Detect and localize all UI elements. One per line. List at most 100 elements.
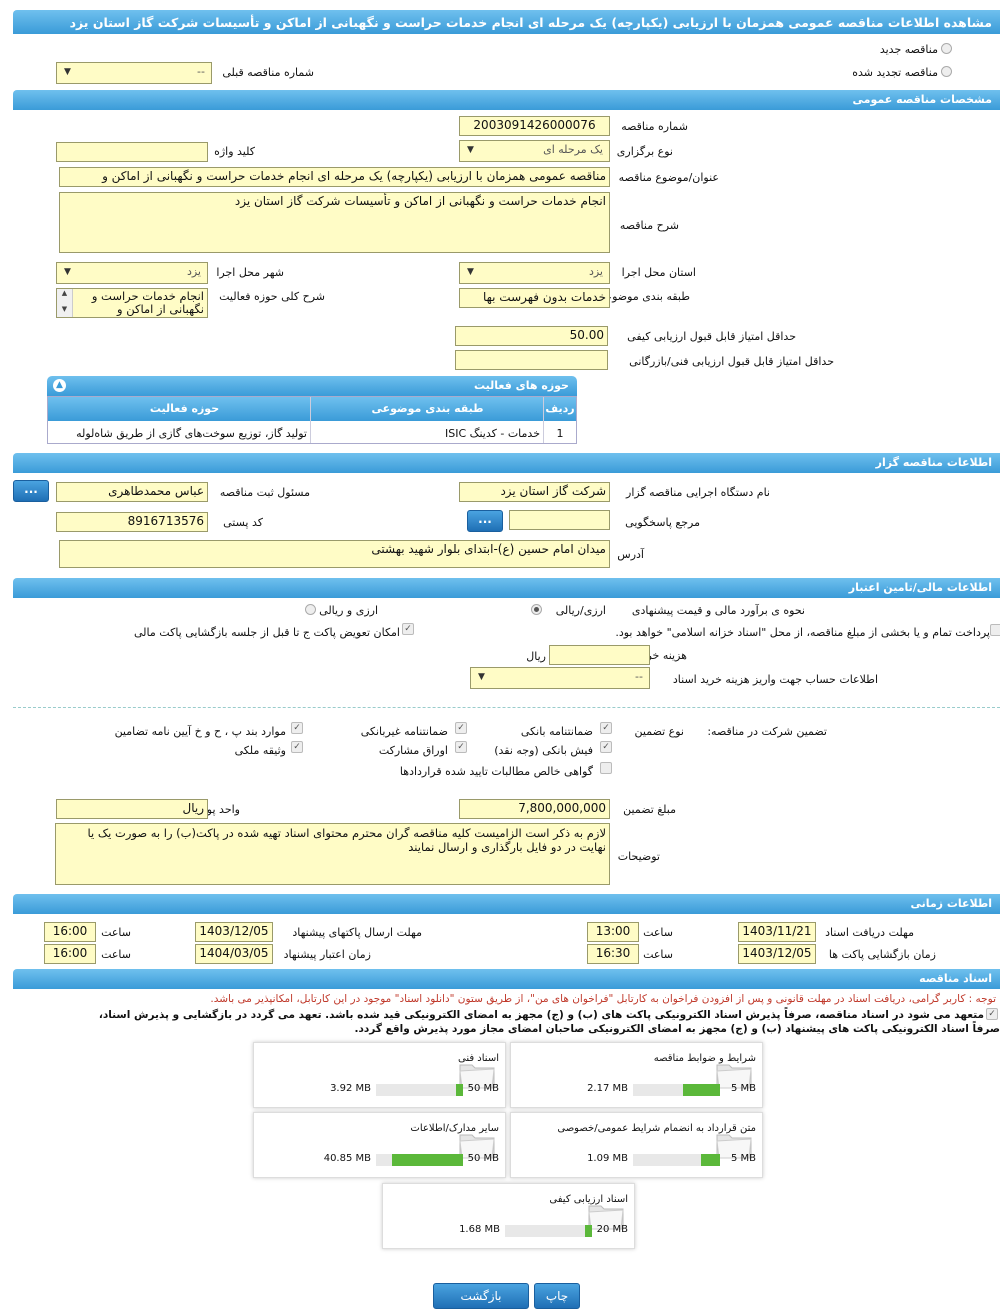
doc-file-card[interactable]: متن قرارداد به انضمام شرایط عمومی/خصوصی 5…: [510, 1112, 763, 1178]
back-button[interactable]: بازگشت: [433, 1283, 529, 1309]
guarantee-option-label: ضمانتنامه غیربانکی: [360, 725, 448, 738]
org-field[interactable]: شرکت گاز استان یزد: [459, 482, 610, 502]
notes-field[interactable]: لازم به ذکر است الزامیست کلیه مناقصه گرا…: [55, 823, 610, 885]
province-label: استان محل اجرا: [621, 266, 696, 279]
renewed-tender-label: مناقصه تجدید شده: [852, 66, 938, 79]
min-quality-field[interactable]: 50.00: [455, 326, 608, 346]
account-select[interactable]: ▼ --: [470, 667, 650, 689]
type-select[interactable]: ▼ یک مرحله ای: [459, 140, 610, 162]
min-tech-label: حداقل امتیاز قابل قبول ارزیابی فنی/بازرگ…: [629, 355, 834, 368]
guarantee-option-checkbox[interactable]: ✓: [600, 741, 612, 753]
keyword-field[interactable]: [56, 142, 208, 162]
recv-time-field[interactable]: 13:00: [587, 922, 639, 942]
org-label: نام دستگاه اجرایی مناقصه گزار: [626, 486, 770, 499]
table-cell: 1: [556, 427, 564, 440]
doc-file-progress: [505, 1225, 592, 1237]
estimate-rial-label: ارزی/ریالی: [555, 604, 606, 617]
open-label: زمان بازگشایی پاکت ها: [828, 948, 936, 961]
send-date-field[interactable]: 1403/12/05: [195, 922, 273, 942]
recv-label: مهلت دریافت اسناد: [825, 926, 914, 939]
new-tender-radio[interactable]: [941, 43, 952, 54]
treasury-text: پرداخت تمام و یا بخشی از مبلغ مناقصه، از…: [615, 626, 990, 639]
reference-lookup-button[interactable]: ...: [467, 510, 503, 532]
doc-file-progress: [633, 1084, 720, 1096]
general-section-header: مشخصات مناقصه عمومی: [13, 90, 1000, 110]
guarantee-label: تضمین شرکت در مناقصه:: [707, 725, 827, 738]
estimate-fx-radio[interactable]: [305, 604, 316, 615]
time-label: ساعت: [643, 948, 673, 961]
notes-label: توضیحات: [617, 850, 660, 863]
col-header-category: طبقه بندی موضوعی: [371, 402, 484, 415]
postal-label: کد پستی: [223, 516, 263, 529]
divider: [13, 707, 1000, 708]
doc-cost-unit: ریال: [526, 650, 546, 663]
guarantee-option-label: موارد بند پ ، ح و خ آیین نامه تضامین: [114, 725, 286, 738]
guarantee-option-checkbox[interactable]: ✓: [600, 722, 612, 734]
print-button[interactable]: چاپ: [534, 1283, 580, 1309]
doc-file-card[interactable]: شرایط و ضوابط مناقصه 5 MB 2.17 MB: [510, 1042, 763, 1108]
treasury-checkbox[interactable]: [990, 624, 1000, 636]
registrar-label: مسئول ثبت مناقصه: [219, 486, 310, 499]
send-label: مهلت ارسال پاکتهای پیشنهاد: [292, 926, 422, 939]
chevron-down-icon: ▼: [64, 67, 71, 77]
province-select[interactable]: ▼ یزد: [459, 262, 610, 284]
estimate-rial-radio[interactable]: [531, 604, 542, 615]
guarantee-option-checkbox[interactable]: ✓: [291, 741, 303, 753]
registrar-field[interactable]: عباس محمدطاهری: [56, 482, 208, 502]
address-field[interactable]: میدان امام حسین (ع)-ابتدای بلوار شهید به…: [59, 540, 610, 568]
send-time-field[interactable]: 16:00: [44, 922, 96, 942]
doc-file-title: اسناد فنی: [458, 1053, 499, 1064]
subject-field[interactable]: مناقصه عمومی همزمان با ارزیابی (یکپارچه)…: [59, 167, 610, 187]
category-field[interactable]: خدمات بدون فهرست بها: [459, 288, 610, 308]
amount-field[interactable]: 7,800,000,000: [459, 799, 610, 819]
currency-field[interactable]: ریال: [56, 799, 208, 819]
valid-time-field[interactable]: 16:00: [44, 944, 96, 964]
open-time-field[interactable]: 16:30: [587, 944, 639, 964]
prev-number-select[interactable]: ▼ --: [56, 62, 212, 84]
doc-file-max: 50 MB: [467, 1083, 499, 1094]
doc-file-title: شرایط و ضوابط مناقصه: [653, 1053, 756, 1064]
doc-cost-field[interactable]: [549, 645, 650, 665]
tender-number-field[interactable]: 2003091426000076: [459, 116, 610, 136]
guarantee-option-checkbox[interactable]: ✓: [291, 722, 303, 734]
reference-field[interactable]: [509, 510, 610, 530]
doc-file-card[interactable]: اسناد ارزیابی کیفی 20 MB 1.68 MB: [382, 1183, 635, 1249]
collapse-icon[interactable]: ▲: [53, 379, 66, 392]
guarantee-option-checkbox[interactable]: ✓: [455, 741, 467, 753]
commit-text-1: متعهد می شود در اسناد مناقصه، صرفاً پذیر…: [98, 1009, 984, 1021]
activity-desc-field[interactable]: ▲ ▼ انجام خدمات حراست و نگهبانی از اماکن …: [56, 288, 208, 318]
doc-file-size: 3.92 MB: [330, 1083, 371, 1094]
guarantee-option-checkbox[interactable]: [600, 762, 612, 774]
description-field[interactable]: انجام خدمات حراست و نگهبانی از اماکن و ت…: [59, 192, 610, 253]
swap-checkbox[interactable]: ✓: [402, 623, 414, 635]
min-tech-field[interactable]: [455, 350, 608, 370]
doc-file-card[interactable]: اسناد فنی 50 MB 3.92 MB: [253, 1042, 506, 1108]
commit-checkbox[interactable]: ✓: [986, 1008, 998, 1020]
open-date-field[interactable]: 1403/12/05: [738, 944, 816, 964]
registrar-lookup-button[interactable]: ...: [13, 480, 49, 502]
guarantee-option-label: گواهی خالص مطالبات تایید شده قراردادها: [399, 765, 593, 778]
guarantee-type-label: نوع تضمین: [634, 725, 684, 738]
docs-note: توجه : کاربر گرامی، دریافت اسناد در مهلت…: [210, 993, 996, 1005]
renewed-tender-radio[interactable]: [941, 66, 952, 77]
description-label: شرح مناقصه: [619, 219, 679, 232]
chevron-down-icon: ▼: [64, 267, 71, 277]
scrollbar[interactable]: ▲ ▼: [57, 289, 73, 317]
doc-file-max: 5 MB: [730, 1153, 756, 1164]
doc-file-title: متن قرارداد به انضمام شرایط عمومی/خصوصی: [557, 1123, 756, 1134]
postal-field[interactable]: 8916713576: [56, 512, 208, 532]
time-label: ساعت: [101, 926, 131, 939]
chevron-down-icon: ▼: [467, 267, 474, 277]
min-quality-label: حداقل امتیاز قابل قبول ارزیابی کیفی: [627, 330, 796, 343]
address-label: آدرس: [617, 548, 644, 561]
commit-text-2: صرفاً اسناد الکترونیکی پاکت های پیشنهاد …: [354, 1023, 1000, 1035]
subject-label: عنوان/موضوع مناقصه: [618, 171, 719, 184]
docs-section-header: اسناد مناقصه: [13, 969, 1000, 989]
guarantee-option-checkbox[interactable]: ✓: [455, 722, 467, 734]
doc-file-card[interactable]: سایر مدارک/اطلاعات 50 MB 40.85 MB: [253, 1112, 506, 1178]
city-select[interactable]: ▼ یزد: [56, 262, 208, 284]
doc-file-size: 2.17 MB: [587, 1083, 628, 1094]
valid-date-field[interactable]: 1404/03/05: [195, 944, 273, 964]
organizer-section-header: اطلاعات مناقصه گزار: [13, 453, 1000, 473]
recv-date-field[interactable]: 1403/11/21: [738, 922, 816, 942]
